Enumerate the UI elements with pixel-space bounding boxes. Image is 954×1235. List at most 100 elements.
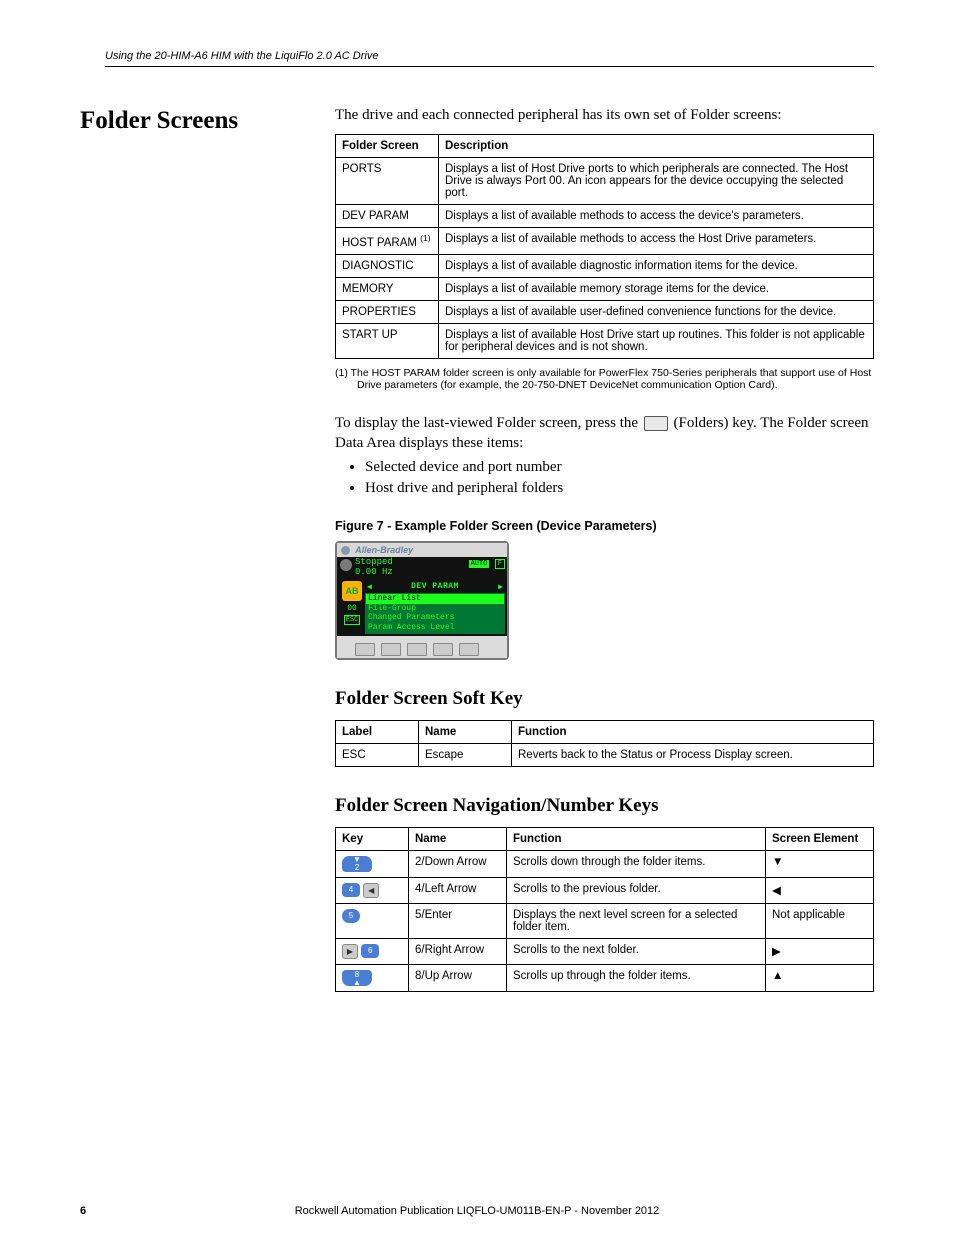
screen-element-down-icon: ▼	[766, 850, 874, 877]
cell: Scrolls to the next folder.	[507, 938, 766, 964]
cell: MEMORY	[336, 277, 439, 300]
th: Function	[512, 720, 874, 743]
th: Screen Element	[766, 827, 874, 850]
cell: Displays a list of available methods to …	[439, 228, 874, 255]
port-label: 00	[339, 604, 365, 613]
fwd-badge: F	[495, 559, 505, 569]
key-8-up-icon: 8▲	[342, 970, 372, 986]
footer-text: Rockwell Automation Publication LIQFLO-U…	[295, 1205, 660, 1217]
th: Label	[336, 720, 419, 743]
cell: Displays a list of available diagnostic …	[439, 254, 874, 277]
page-header: Using the 20-HIM-A6 HIM with the LiquiFl…	[105, 50, 874, 67]
status-right: AUTO F	[469, 558, 505, 578]
cell: Not applicable	[766, 903, 874, 938]
cell: Escape	[419, 743, 512, 766]
list-item: Selected device and port number	[365, 459, 874, 476]
cell: Displays the next level screen for a sel…	[507, 903, 766, 938]
key-icon-cell: 8▲	[336, 964, 409, 991]
cell: ESC	[336, 743, 419, 766]
screen-element-left-icon: ◀	[766, 877, 874, 903]
list-item: File-Group	[366, 604, 504, 614]
body-paragraph: To display the last-viewed Folder screen…	[335, 413, 874, 454]
key-icon-cell: 5	[336, 903, 409, 938]
key-5-icon: 5	[342, 909, 360, 923]
folders-key-icon	[644, 416, 668, 431]
ab-badge-icon: AB	[342, 581, 362, 601]
cell: START UP	[336, 323, 439, 358]
key-4-icon: 4	[342, 883, 360, 897]
footnote: (1) The HOST PARAM folder screen is only…	[335, 367, 874, 391]
cell: Scrolls up through the folder items.	[507, 964, 766, 991]
th: Key	[336, 827, 409, 850]
status-dot-icon	[340, 559, 352, 571]
cell: 5/Enter	[409, 903, 507, 938]
section-title: Folder Screens	[80, 107, 335, 135]
cell: 2/Down Arrow	[409, 850, 507, 877]
intro-text: The drive and each connected peripheral …	[335, 107, 874, 124]
softkey-row	[337, 636, 507, 658]
softkey-table: Label Name Function ESC Escape Reverts b…	[335, 720, 874, 767]
text: Allen-Bradley	[355, 545, 413, 555]
cell: Displays a list of available memory stor…	[439, 277, 874, 300]
cell: Scrolls down through the folder items.	[507, 850, 766, 877]
key-icon-cell: ▶ 6	[336, 938, 409, 964]
cell: Displays a list of available methods to …	[439, 205, 874, 228]
cell: PROPERTIES	[336, 300, 439, 323]
softkey-slot	[355, 643, 375, 656]
bullet-list: Selected device and port number Host dri…	[365, 459, 874, 497]
softkey-slot	[459, 643, 479, 656]
cell: DEV PARAM	[336, 205, 439, 228]
auto-badge: AUTO	[469, 560, 490, 568]
key-icon-cell: ▼2	[336, 850, 409, 877]
cell: Displays a list of available user-define…	[439, 300, 874, 323]
subheading-navkeys: Folder Screen Navigation/Number Keys	[335, 795, 874, 817]
key-2-down-icon: ▼2	[342, 856, 372, 872]
list-item: Param Access Level	[366, 623, 504, 633]
cell: 8/Up Arrow	[409, 964, 507, 991]
cell: 4/Left Arrow	[409, 877, 507, 903]
status-text: Stopped 0.00 Hz	[355, 558, 469, 578]
list-item: Host drive and peripheral folders	[365, 480, 874, 497]
cell: Displays a list of available Host Drive …	[439, 323, 874, 358]
text: 0.00 Hz	[355, 568, 469, 578]
th-description: Description	[439, 135, 874, 158]
tab-label: DEV PARAM	[411, 582, 459, 592]
cell: Scrolls to the previous folder.	[507, 877, 766, 903]
text: To display the last-viewed Folder screen…	[335, 415, 642, 431]
cell: HOST PARAM (1)	[336, 228, 439, 255]
softkey-slot	[433, 643, 453, 656]
key-right-icon: ▶	[342, 944, 358, 959]
device-screen: ◀ DEV PARAM ▶ Linear List File-Group Cha…	[365, 581, 505, 633]
key-6-icon: 6	[361, 944, 379, 958]
screen-element-up-icon: ▲	[766, 964, 874, 991]
cell: PORTS	[336, 158, 439, 205]
th-folder-screen: Folder Screen	[336, 135, 439, 158]
figure-caption: Figure 7 - Example Folder Screen (Device…	[335, 519, 874, 533]
cell: Displays a list of Host Drive ports to w…	[439, 158, 874, 205]
key-left-icon: ◀	[363, 883, 379, 898]
cell: DIAGNOSTIC	[336, 254, 439, 277]
esc-label: ESC	[344, 615, 361, 625]
device-brand: Allen-Bradley	[337, 543, 507, 557]
key-icon-cell: 4 ◀	[336, 877, 409, 903]
folder-screens-table: Folder Screen Description PORTSDisplays …	[335, 134, 874, 359]
device-mockup: Allen-Bradley Stopped 0.00 Hz AUTO F A	[335, 541, 509, 659]
device-left-icons: AB 00 ESC	[339, 581, 365, 633]
list-item: Changed Parameters	[366, 613, 504, 623]
th: Name	[419, 720, 512, 743]
brand-dot-icon	[341, 546, 350, 555]
th: Function	[507, 827, 766, 850]
softkey-slot	[381, 643, 401, 656]
right-arrow-icon: ▶	[498, 582, 503, 592]
cell: Reverts back to the Status or Process Di…	[512, 743, 874, 766]
page-number: 6	[80, 1205, 86, 1217]
cell: 6/Right Arrow	[409, 938, 507, 964]
navkeys-table: Key Name Function Screen Element ▼2 2/Do…	[335, 827, 874, 992]
page-footer: 6 Rockwell Automation Publication LIQFLO…	[80, 1205, 874, 1217]
softkey-slot	[407, 643, 427, 656]
subheading-softkey: Folder Screen Soft Key	[335, 688, 874, 710]
list-item: Linear List	[366, 594, 504, 604]
th: Name	[409, 827, 507, 850]
left-arrow-icon: ◀	[367, 582, 372, 592]
screen-element-right-icon: ▶	[766, 938, 874, 964]
